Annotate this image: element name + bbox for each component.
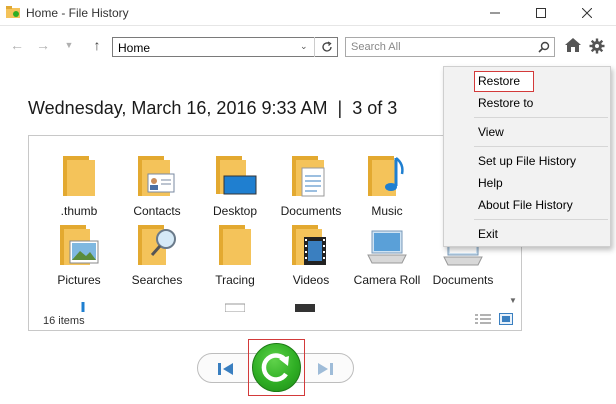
heading-separator: | xyxy=(337,98,343,118)
menu-separator xyxy=(474,146,608,147)
address-text: Home xyxy=(118,41,151,55)
file-item[interactable]: Pictures xyxy=(39,219,119,288)
menu-item-setup[interactable]: Set up File History xyxy=(478,154,576,168)
snapshot-heading: Wednesday, March 16, 2016 9:33 AM | 3 of 3 xyxy=(28,98,397,119)
file-item-label: Documents xyxy=(432,273,494,287)
folder-icon xyxy=(219,225,251,265)
file-item[interactable]: Desktop xyxy=(195,150,275,219)
file-item-label: Tracing xyxy=(215,273,255,287)
partial-item-icon xyxy=(225,303,245,312)
file-item[interactable]: Camera Roll xyxy=(347,219,427,288)
toolbar: ← → ▼ ↑ Home ⌄ Search All xyxy=(0,32,616,60)
search-input[interactable]: Search All xyxy=(345,37,555,57)
maximize-icon xyxy=(536,8,546,18)
videos-folder-icon xyxy=(292,225,326,265)
menu-separator xyxy=(474,117,608,118)
up-arrow-icon: ↑ xyxy=(93,37,101,53)
menu-item-exit[interactable]: Exit xyxy=(478,227,498,241)
file-item-label: Videos xyxy=(292,273,330,287)
minimize-button[interactable] xyxy=(472,0,518,26)
close-icon xyxy=(582,8,592,18)
file-item-label: Desktop xyxy=(212,204,258,218)
large-icons-view-icon[interactable] xyxy=(499,313,513,325)
file-item[interactable]: Contacts xyxy=(117,150,197,219)
window-title: Home - File History xyxy=(26,6,129,20)
contacts-folder-icon xyxy=(138,156,175,196)
menu-item-help[interactable]: Help xyxy=(478,176,503,190)
menu-item-restore-to[interactable]: Restore to xyxy=(478,96,533,110)
scroll-down-icon[interactable]: ▼ xyxy=(509,296,517,305)
previous-version-button[interactable] xyxy=(215,360,237,378)
desktop-folder-icon xyxy=(216,156,257,195)
file-item[interactable]: Music xyxy=(347,150,427,219)
search-icon[interactable] xyxy=(538,41,550,53)
recent-dropdown-icon: ▼ xyxy=(64,40,74,50)
camera-roll-icon xyxy=(367,230,407,264)
file-item-label: Pictures xyxy=(57,273,101,287)
menu-separator xyxy=(474,219,608,220)
maximize-button[interactable] xyxy=(518,0,564,26)
menu-item-view[interactable]: View xyxy=(478,125,504,139)
close-button[interactable] xyxy=(564,0,610,26)
file-item[interactable]: .thumb xyxy=(39,150,119,219)
file-item-label: Music xyxy=(371,204,403,218)
settings-menu: Restore Restore to View Set up File Hist… xyxy=(443,66,611,247)
file-item[interactable]: Videos xyxy=(271,219,351,288)
restore-button[interactable] xyxy=(252,343,301,392)
home-icon[interactable] xyxy=(565,38,581,52)
file-item[interactable]: Tracing xyxy=(195,219,275,288)
file-item-label: Documents xyxy=(280,204,342,218)
documents-folder-icon xyxy=(292,156,325,197)
item-count: 16 items xyxy=(43,315,85,327)
title-bar: Home - File History xyxy=(0,0,616,26)
pictures-folder-icon xyxy=(60,225,99,265)
file-item[interactable]: Searches xyxy=(117,219,197,288)
searches-folder-icon xyxy=(138,225,176,265)
gear-icon[interactable] xyxy=(589,38,605,54)
file-item[interactable]: Documents xyxy=(271,150,351,219)
snapshot-position: 3 of 3 xyxy=(352,98,398,118)
back-arrow-icon: ← xyxy=(10,37,24,53)
menu-item-restore[interactable]: Restore xyxy=(478,74,520,88)
partial-item-icon xyxy=(295,304,315,312)
details-view-icon[interactable] xyxy=(475,313,491,325)
music-folder-icon xyxy=(368,156,404,196)
file-item-label: Contacts xyxy=(133,204,181,218)
forward-button[interactable]: → xyxy=(34,36,52,54)
search-placeholder: Search All xyxy=(351,41,401,53)
refresh-button[interactable] xyxy=(314,37,338,57)
snapshot-date: Wednesday, March 16, 2016 9:33 AM xyxy=(28,98,328,118)
minimize-icon xyxy=(490,12,500,14)
back-button[interactable]: ← xyxy=(8,36,26,54)
up-button[interactable]: ↑ xyxy=(88,36,106,54)
file-item-label: Searches xyxy=(131,273,183,287)
folder-icon xyxy=(63,156,95,196)
recent-locations-button[interactable]: ▼ xyxy=(60,36,78,54)
file-item-label: Camera Roll xyxy=(353,273,421,287)
restore-arrow-icon xyxy=(261,353,289,382)
menu-item-about[interactable]: About File History xyxy=(478,198,573,212)
file-item-label: .thumb xyxy=(60,204,98,218)
forward-arrow-icon: → xyxy=(36,37,50,53)
partial-item-icon xyxy=(81,302,85,312)
next-version-button[interactable] xyxy=(314,360,336,378)
file-history-app-icon xyxy=(6,6,20,18)
refresh-icon xyxy=(321,41,332,52)
